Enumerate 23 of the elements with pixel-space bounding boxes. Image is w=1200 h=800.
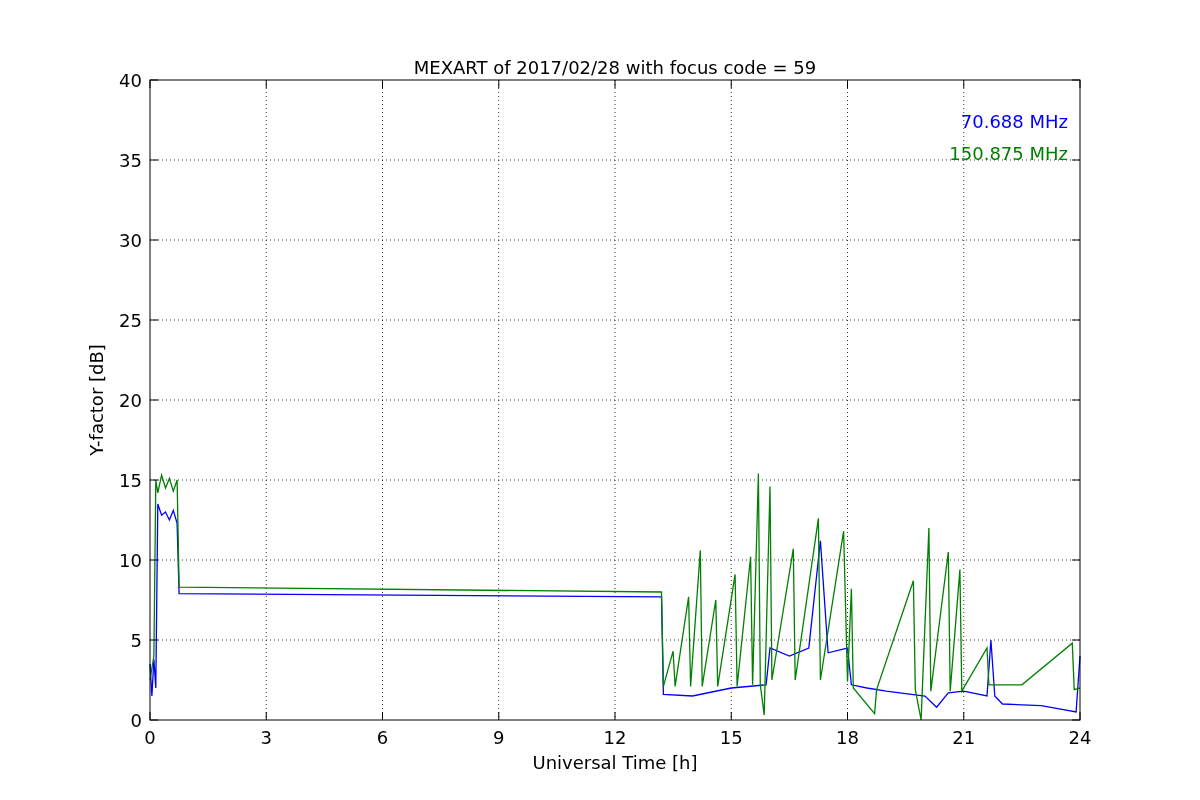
x-tick-label: 24: [1068, 727, 1092, 748]
y-tick-label: 35: [119, 150, 142, 171]
legend-label: 70.688 MHz: [960, 111, 1068, 132]
y-tick-label: 0: [130, 710, 142, 731]
x-axis-label: Universal Time [h]: [532, 752, 698, 773]
legend-label: 150.875 MHz: [949, 143, 1068, 164]
x-tick-label: 21: [952, 727, 976, 748]
x-tick-label: 3: [260, 727, 272, 748]
y-tick-label: 40: [119, 70, 142, 91]
x-tick-label: 18: [836, 727, 859, 748]
x-tick-label: 6: [376, 727, 389, 748]
y-tick-label: 30: [119, 230, 142, 251]
y-tick-label: 10: [119, 550, 142, 571]
x-tick-label: 12: [603, 727, 627, 748]
x-tick-label: 9: [493, 727, 505, 748]
y-tick-label: 5: [130, 630, 142, 651]
y-tick-label: 25: [119, 310, 142, 331]
x-tick-label: 15: [719, 727, 743, 748]
chart-title: MEXART of 2017/02/28 with focus code = 59: [413, 57, 817, 78]
x-tick-label: 0: [144, 727, 156, 748]
y-tick-label: 20: [119, 390, 142, 411]
y-axis-label: Y-factor [dB]: [86, 344, 107, 456]
y-tick-label: 15: [119, 470, 142, 491]
